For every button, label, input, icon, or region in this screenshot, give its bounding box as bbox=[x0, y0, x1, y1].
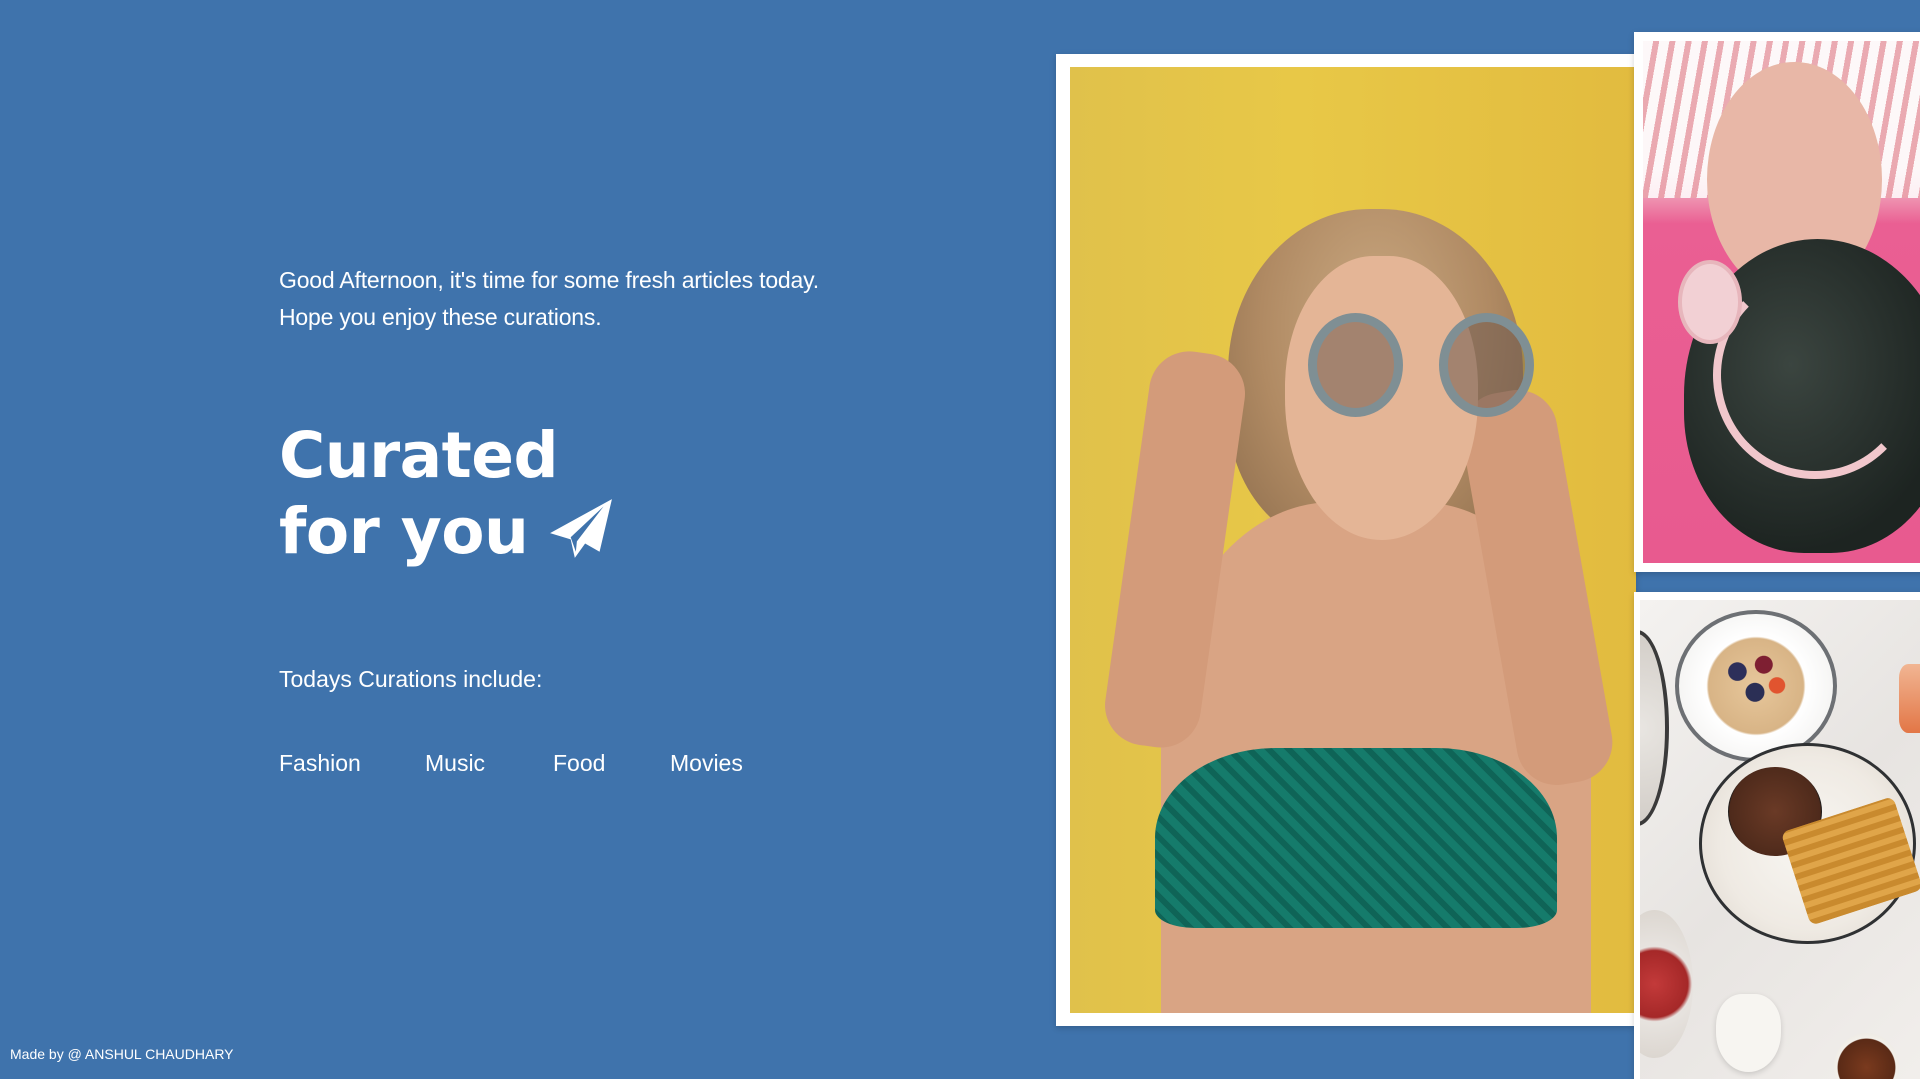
headphones-icon bbox=[1677, 260, 1742, 344]
curations-label: Todays Curations include: bbox=[279, 666, 543, 692]
greeting-line-1: Good Afternoon, it's time for some fresh… bbox=[279, 267, 819, 293]
fashion-photo bbox=[1070, 67, 1636, 1013]
photo-detail bbox=[1640, 629, 1670, 827]
headline-line-2-row: for you bbox=[279, 494, 614, 570]
photo-detail bbox=[1154, 748, 1557, 928]
photo-detail bbox=[1439, 312, 1535, 417]
credit-prefix: Made by @ bbox=[10, 1046, 85, 1062]
photo-detail bbox=[1710, 644, 1799, 714]
headline-line-1: Curated bbox=[279, 419, 559, 492]
food-photo bbox=[1640, 600, 1920, 1079]
photo-detail bbox=[1640, 909, 1693, 1058]
category-list: Fashion Music Food Movies bbox=[279, 748, 760, 778]
category-fashion[interactable]: Fashion bbox=[279, 748, 425, 778]
page: Good Afternoon, it's time for some fresh… bbox=[0, 0, 1920, 1079]
greeting: Good Afternoon, it's time for some fresh… bbox=[279, 262, 819, 336]
photo-detail bbox=[1834, 1032, 1899, 1079]
fashion-photo-frame[interactable] bbox=[1056, 54, 1636, 1026]
paper-plane-icon bbox=[550, 499, 613, 558]
photo-detail bbox=[1307, 312, 1535, 417]
photo-detail bbox=[1898, 663, 1920, 733]
footer-credit: Made by @ ANSHUL CHAUDHARY bbox=[10, 1045, 234, 1063]
food-photo-frame[interactable] bbox=[1634, 592, 1920, 1079]
greeting-line-2: Hope you enjoy these curations. bbox=[279, 304, 602, 330]
music-photo-frame[interactable] bbox=[1634, 32, 1920, 572]
photo-detail bbox=[1712, 270, 1917, 480]
music-photo bbox=[1643, 41, 1920, 563]
category-movies[interactable]: Movies bbox=[670, 748, 760, 778]
author-link[interactable]: ANSHUL CHAUDHARY bbox=[85, 1046, 234, 1062]
photo-detail bbox=[1307, 312, 1403, 417]
headline-line-2: for you bbox=[279, 495, 529, 568]
category-food[interactable]: Food bbox=[553, 748, 670, 778]
category-music[interactable]: Music bbox=[425, 748, 553, 778]
photo-detail bbox=[1716, 993, 1782, 1073]
page-title: Curated for you bbox=[279, 418, 614, 570]
